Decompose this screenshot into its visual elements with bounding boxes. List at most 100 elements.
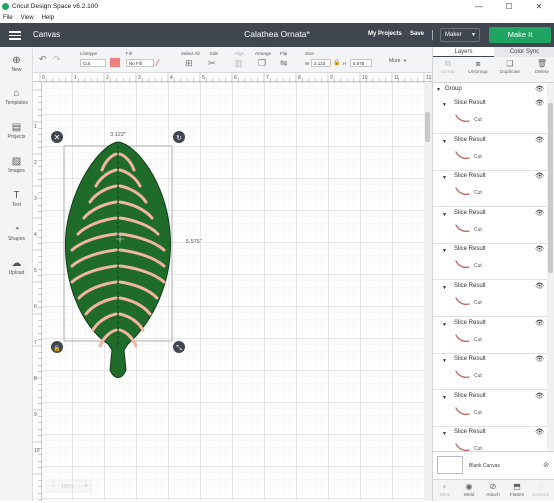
resize-handle[interactable]: ⤡ [173,341,185,353]
sidebar-item-shapes[interactable]: ◔ Shapes [0,224,33,242]
eye-icon[interactable]: 👁 [535,428,544,436]
tab-color-sync[interactable]: Color Sync [494,47,554,57]
maximize-button[interactable]: ☐ [494,0,524,12]
width-input[interactable]: 3.122 [311,59,331,67]
layer-row[interactable]: ▼ Slice Result 👁 Cut [433,134,547,171]
layer-thumbnail [455,370,470,379]
layer-row[interactable]: ▼ Slice Result 👁 Cut [433,207,547,244]
linetype-select[interactable]: Cut [80,59,106,67]
eye-hidden-icon[interactable]: ⊘ [543,461,549,469]
layer-row[interactable]: ▼ Slice Result 👁 Cut [433,243,547,281]
linetype-label: Linetype [80,51,98,56]
caret-down-icon[interactable]: ▼ [442,395,447,401]
fill-select[interactable]: No Fill [126,59,154,67]
eye-icon[interactable]: 👁 [535,99,544,107]
flip-icon[interactable]: ⇋ [280,58,288,69]
layer-row[interactable]: ▼ Slice Result 👁 Cut [433,317,547,354]
caret-down-icon[interactable]: ▼ [442,139,447,145]
caret-down-icon[interactable]: ▼ [442,212,447,218]
caret-down-icon[interactable]: ▼ [442,285,447,291]
minimize-button[interactable]: — [464,0,494,12]
select-all-icon[interactable]: ⊞ [185,58,193,69]
layer-thumbnail [455,114,470,122]
eye-icon[interactable]: 👁 [535,355,544,363]
undo-icon[interactable]: ↶ [39,54,47,65]
caret-down-icon[interactable]: ▼ [436,87,441,93]
layer-row[interactable]: ▼ Slice Result 👁 Cut [433,353,547,391]
save-button[interactable]: Save [410,31,424,37]
zoom-control[interactable]: − 100% + [45,479,93,493]
sidebar-label: Text [11,202,22,208]
more-button[interactable]: More [389,58,400,64]
caret-down-icon[interactable]: ▼ [442,431,447,437]
ruler-tick-label: 6 [234,75,237,81]
sidebar-item-upload[interactable]: ☁ Upload [0,258,33,276]
align-icon[interactable]: ▥ [234,58,243,69]
layer-row[interactable]: ▼ Slice Result 👁 Cut [433,170,547,208]
layer-type: Cut [474,226,482,233]
caret-down-icon[interactable]: ▼ [442,322,447,328]
plus-icon: ⊕ [12,55,21,66]
lock-icon[interactable]: 🔒 [333,59,340,66]
tab-layers[interactable]: Layers [433,47,494,57]
eye-icon[interactable]: 👁 [535,319,544,327]
arrange-icon[interactable]: ❐ [258,58,266,69]
close-window-button[interactable]: ✕ [524,0,554,12]
delete-handle[interactable]: ✕ [51,131,63,143]
blank-canvas-swatch[interactable] [437,456,463,474]
caret-down-icon[interactable]: ▼ [442,358,447,364]
ungroup-button[interactable]: ⧈ UnGroup [463,59,493,75]
delete-label: Delete [535,70,549,75]
eye-icon[interactable]: 👁 [535,85,544,93]
machine-select[interactable]: Maker ▼ [440,28,480,42]
layer-actions: ⧉ Group ⧈ UnGroup ❏ Duplicate 🗑 Delete [433,57,554,83]
menu-view[interactable]: View [21,15,34,21]
no-fill-icon[interactable]: ⁄ [157,58,159,68]
layer-type: Cut [474,153,482,160]
sidebar-item-new[interactable]: ⊕ New [0,55,33,73]
eye-icon[interactable]: 👁 [535,136,544,144]
edit-icon[interactable]: ✂ [208,58,216,69]
delete-button[interactable]: 🗑 Delete [527,59,554,75]
caret-down-icon[interactable]: ▼ [442,102,447,108]
eye-icon[interactable]: 👁 [535,172,544,180]
zoom-level: 100% [61,484,74,490]
layer-row[interactable]: ▼ Slice Result 👁 Cut [433,280,547,317]
attach-button[interactable]: ⊘ Attach [481,482,505,498]
contour-button[interactable]: ◌ Contour [529,482,553,498]
weld-button[interactable]: ◉ Weld [457,482,481,498]
redo-icon[interactable]: ↷ [53,54,61,65]
sidebar-item-text[interactable]: T Text [0,190,33,208]
eye-icon[interactable]: 👁 [535,209,544,217]
eye-icon[interactable]: 👁 [535,282,544,290]
design-canvas[interactable]: ✕ ↻ 🔒 ⤡ 3.122" 5.575" − 100% + [42,82,424,501]
eye-icon[interactable]: 👁 [535,392,544,400]
make-it-button[interactable]: Make It [489,27,551,43]
rotate-handle[interactable]: ↻ [173,131,185,143]
eye-icon[interactable]: 👁 [535,245,544,253]
sidebar-item-images[interactable]: ▨ Images [0,156,33,174]
flatten-button[interactable]: ⬒ Flatten [505,482,529,498]
caret-down-icon[interactable]: ▼ [442,175,447,181]
height-input[interactable]: 5.575 [350,59,372,67]
layer-row[interactable]: ▼ Slice Result 👁 Cut [433,97,547,134]
sidebar-item-projects[interactable]: ▤ Projects [0,122,33,140]
layers-scrollbar[interactable] [547,83,554,451]
group-button[interactable]: ⧉ Group [433,59,463,75]
group-icon: ⧉ [445,59,451,68]
lock-handle[interactable]: 🔒 [51,341,63,353]
ungroup-label: UnGroup [468,70,488,75]
caret-down-icon[interactable]: ▼ [442,248,447,254]
blank-canvas-row[interactable]: Blank Canvas ⊘ [433,451,554,479]
menu-help[interactable]: Help [42,15,54,21]
layer-row[interactable]: ▼ Slice Result 👁 Cut [433,390,547,427]
my-projects-link[interactable]: My Projects [368,31,402,37]
layer-row[interactable]: ▼ Slice Result 👁 Cut [433,426,547,451]
canvas-scrollbar[interactable] [424,82,432,501]
duplicate-button[interactable]: ❏ Duplicate [495,59,525,75]
menu-file[interactable]: File [3,15,13,21]
slice-button[interactable]: ◐ Slice [433,482,457,498]
linetype-color-swatch[interactable] [110,58,120,67]
sidebar-item-templates[interactable]: ⌂ Templates [0,88,33,106]
layer-group[interactable]: ▼ Group 👁 [433,83,547,97]
